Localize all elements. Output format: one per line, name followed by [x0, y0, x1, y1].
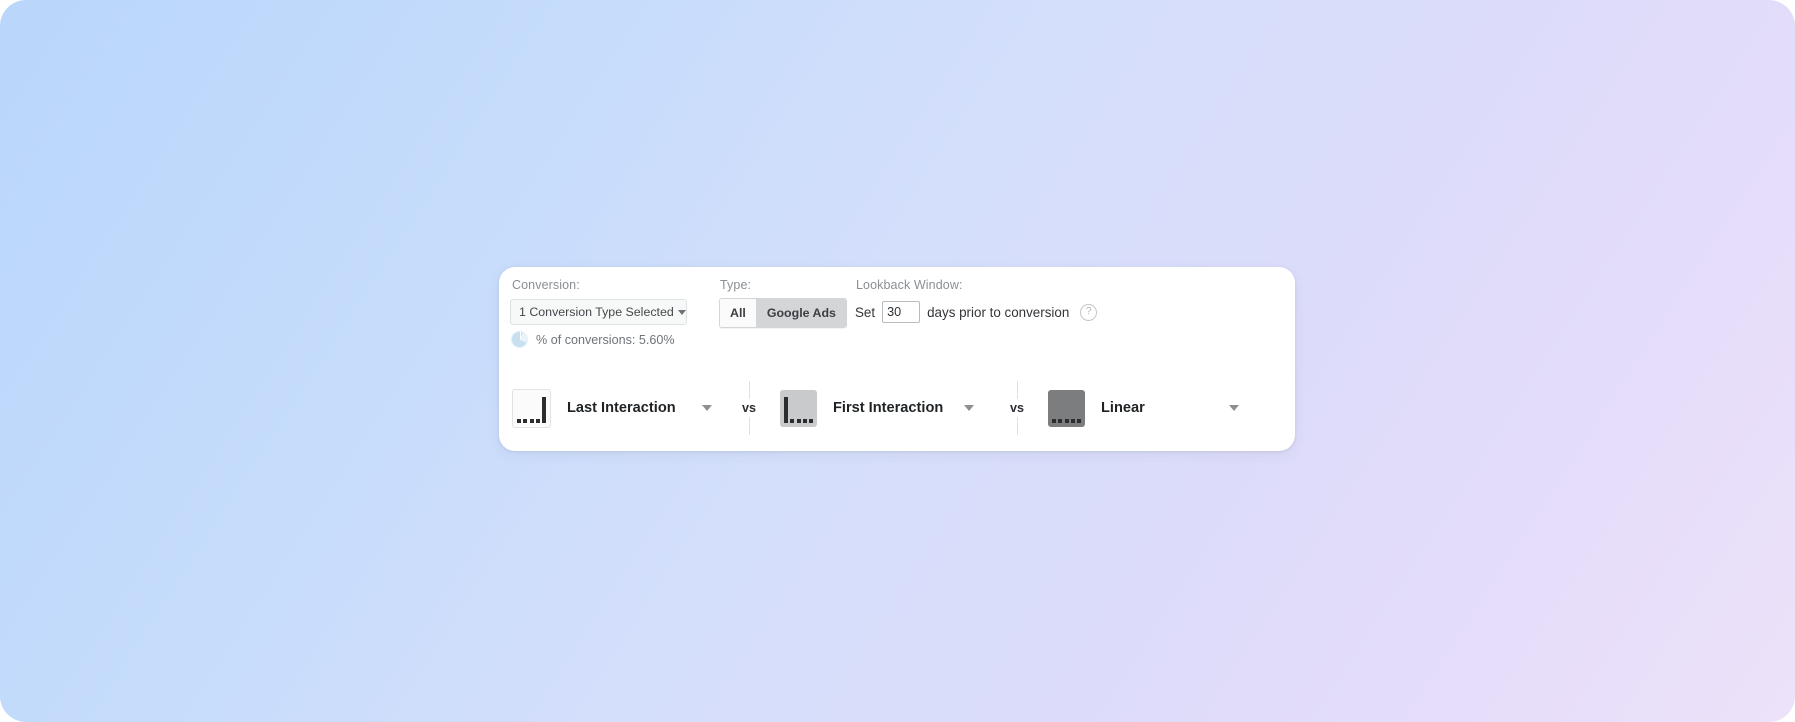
attribution-model-comparison-card: Conversion: 1 Conversion Type Selected %… [499, 267, 1295, 451]
chevron-down-icon[interactable] [1228, 405, 1239, 411]
model-selector-linear[interactable]: Linear [1035, 377, 1280, 439]
conversion-percentage: % of conversions: 5.60% [511, 331, 675, 348]
attribution-models-row: Last Interaction vs First Interaction vs [499, 377, 1295, 439]
type-label: Type: [720, 278, 752, 292]
type-option-google-ads[interactable]: Google Ads [755, 299, 846, 327]
model-name-last-interaction: Last Interaction [567, 400, 676, 416]
model-selector-first-interaction[interactable]: First Interaction [767, 377, 999, 439]
lookback-days-input[interactable] [882, 301, 921, 323]
page-root: Conversion: 1 Conversion Type Selected %… [0, 0, 1795, 722]
model-separator-2: vs [999, 377, 1035, 439]
model-name-linear: Linear [1101, 400, 1145, 416]
versus-label-2: vs [1005, 399, 1028, 417]
attribution-last-interaction-icon [512, 388, 551, 428]
model-separator-1: vs [731, 377, 767, 439]
conversion-type-select[interactable]: 1 Conversion Type Selected [510, 299, 687, 325]
type-option-all[interactable]: All [720, 299, 756, 327]
chevron-down-icon [677, 309, 686, 315]
conversion-percentage-text: % of conversions: 5.60% [536, 332, 675, 347]
conversion-label: Conversion: [512, 278, 580, 292]
model-name-first-interaction: First Interaction [833, 400, 944, 416]
attribution-first-interaction-icon [780, 389, 817, 427]
lookback-suffix-text: days prior to conversion [927, 304, 1070, 320]
conversion-type-select-value: 1 Conversion Type Selected [519, 305, 674, 319]
pie-chart-icon [511, 331, 528, 348]
chevron-down-icon[interactable] [701, 405, 712, 411]
lookback-window-label: Lookback Window: [856, 278, 963, 292]
type-toggle-group: All Google Ads [719, 298, 847, 328]
attribution-linear-icon [1048, 389, 1085, 427]
versus-label-1: vs [737, 399, 760, 417]
lookback-window-control: Set days prior to conversion ? [855, 298, 1098, 326]
chevron-down-icon[interactable] [964, 405, 975, 411]
filters-row: Conversion: 1 Conversion Type Selected %… [499, 267, 1295, 359]
help-circle-icon[interactable]: ? [1080, 303, 1098, 321]
lookback-prefix-text: Set [855, 304, 876, 320]
model-selector-last-interaction[interactable]: Last Interaction [499, 377, 731, 439]
